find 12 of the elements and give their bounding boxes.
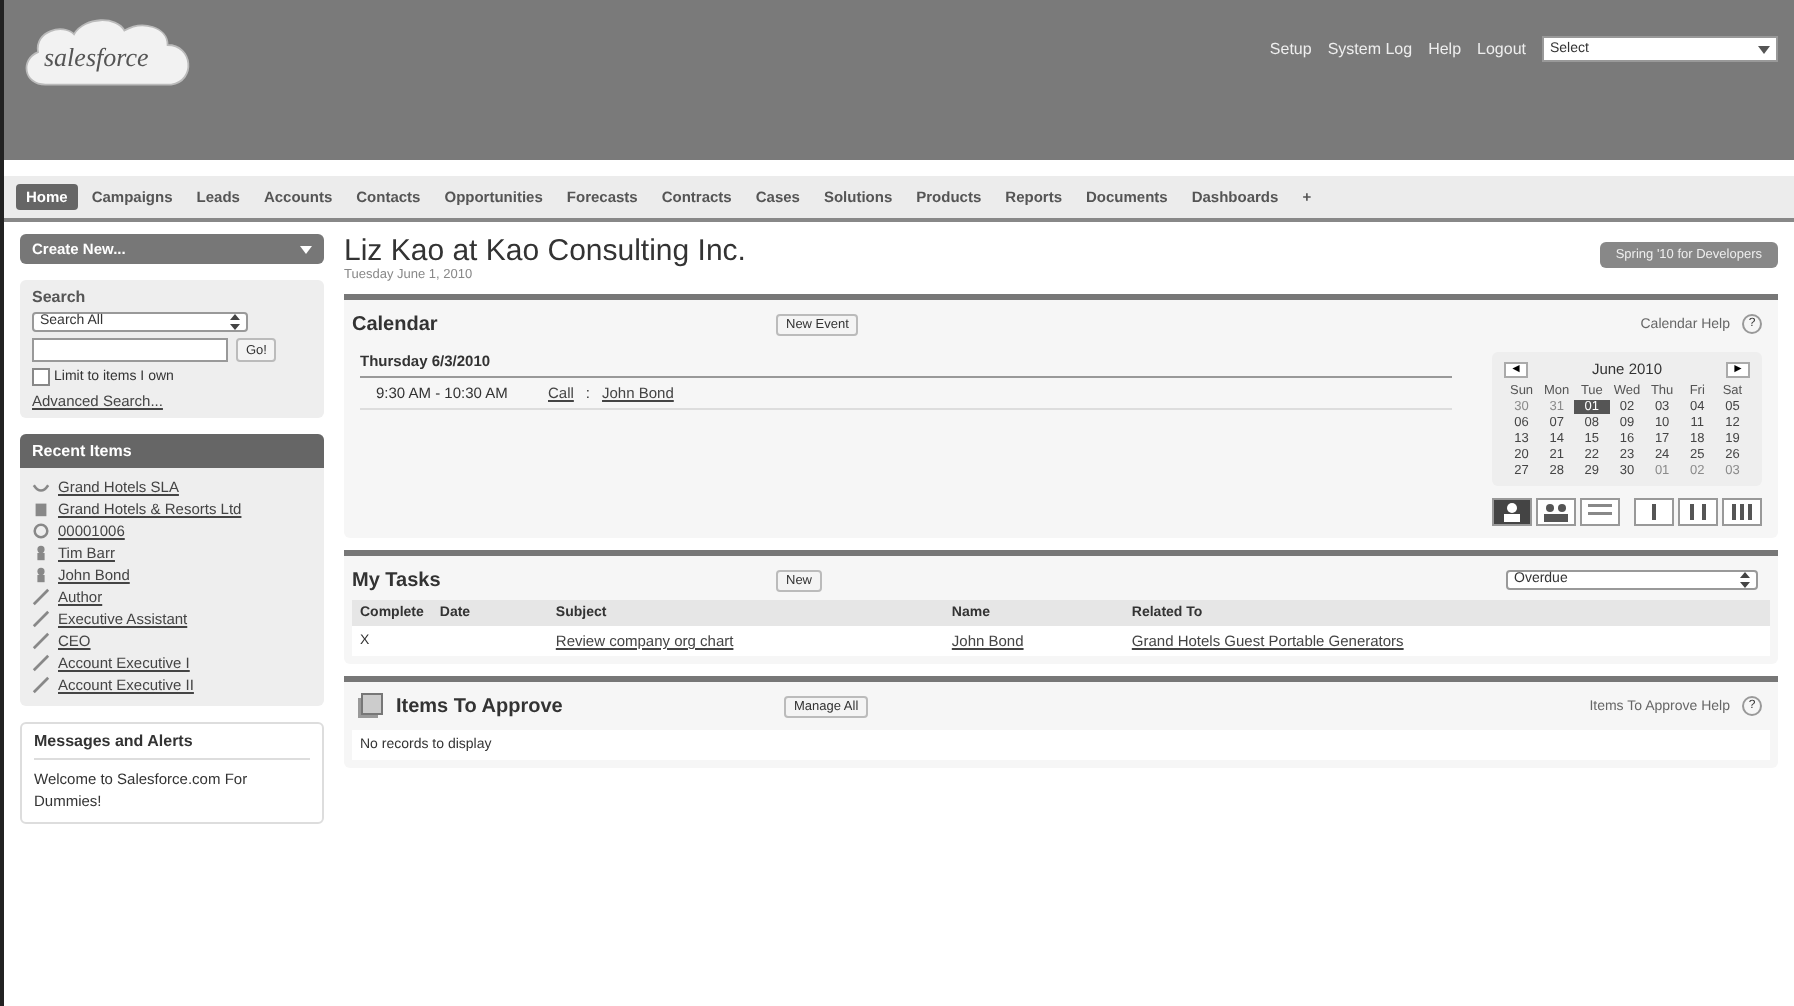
section-title: My Tasks — [352, 569, 443, 591]
logo-text: salesforce — [44, 42, 149, 74]
section-title: Items To Approve — [396, 695, 565, 717]
panel-title: Search — [32, 288, 88, 306]
section-title: Calendar — [352, 313, 440, 335]
header-link[interactable]: Logout — [1477, 40, 1526, 58]
panel-title: Recent Items — [20, 434, 324, 468]
header-link[interactable]: Setup — [1269, 40, 1312, 58]
header-link[interactable]: System Log — [1327, 40, 1413, 58]
page-title: Liz Kao at Kao Consulting Inc. — [344, 234, 746, 268]
panel-title: Messages and Alerts — [34, 732, 310, 760]
header-link[interactable]: Help — [1428, 40, 1462, 58]
